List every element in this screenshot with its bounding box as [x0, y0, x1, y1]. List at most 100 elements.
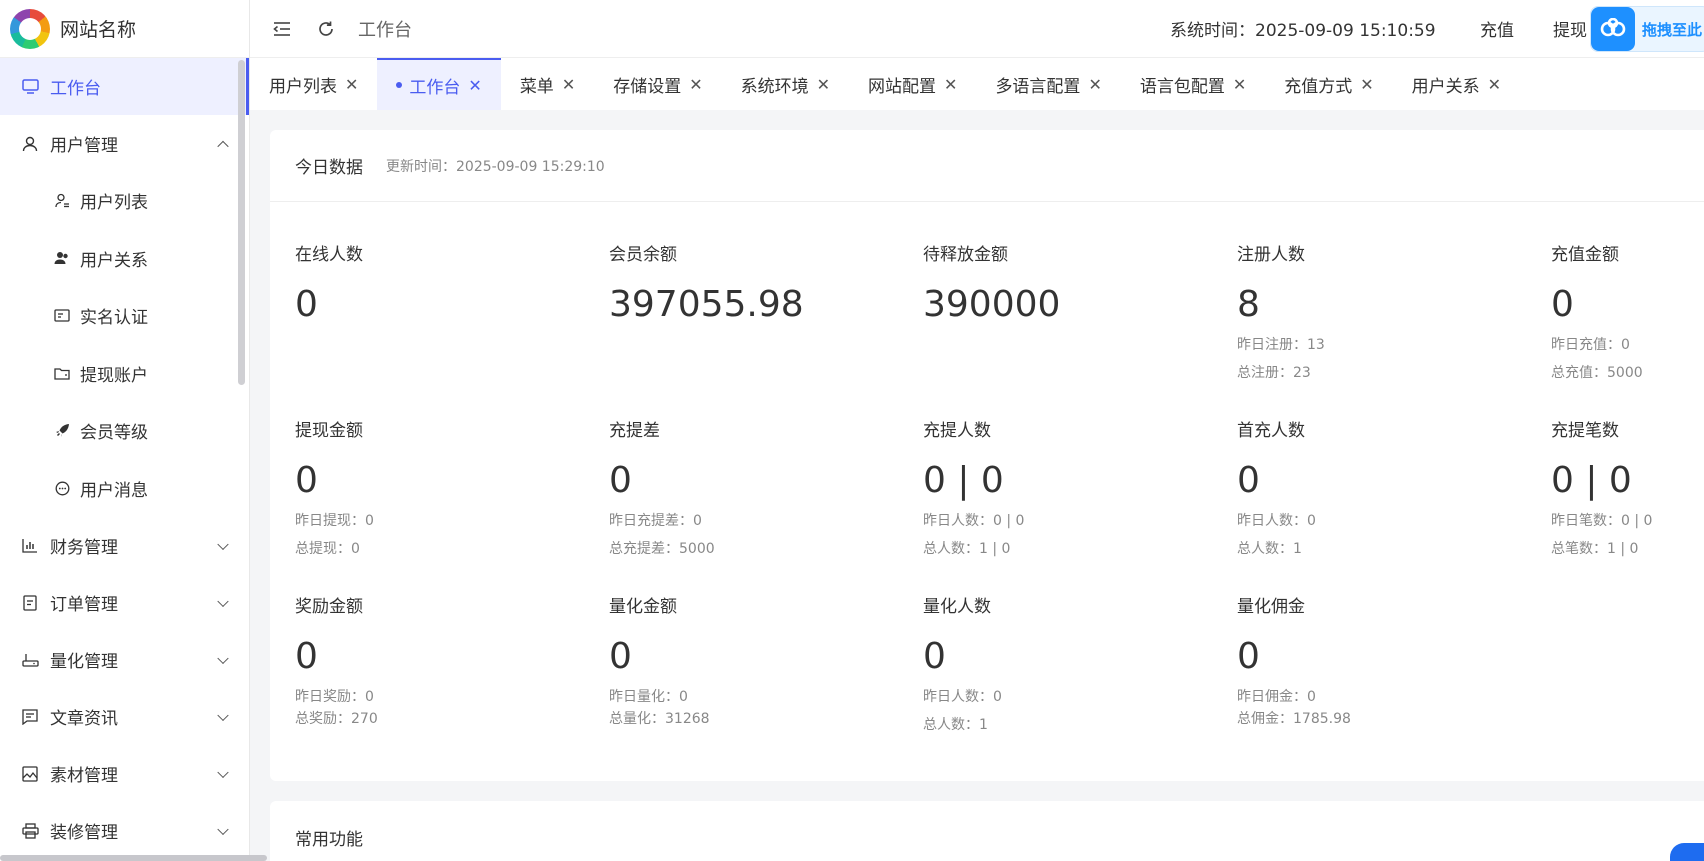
close-icon[interactable]: ✕ [817, 75, 830, 94]
chevron-down-icon [217, 709, 229, 721]
close-icon[interactable]: ✕ [944, 75, 957, 94]
stat-recharge-withdraw-count: 充提笔数 0 | 0 昨日笔数：0 | 0 总笔数：1 | 0 [1551, 416, 1704, 559]
sidebar-item-user-management[interactable]: 用户管理 [0, 115, 249, 172]
tab-label: 用户关系 [1411, 76, 1480, 97]
drag-upload-widget[interactable]: 拖拽至此 [1590, 6, 1704, 52]
close-icon[interactable]: ✕ [562, 75, 575, 94]
sidebar-subitem-member-level[interactable]: 会员等级 [0, 402, 249, 460]
card-title: 今日数据 [295, 158, 363, 178]
tab-label: 语言包配置 [1139, 76, 1225, 97]
menu-fold-icon[interactable] [272, 19, 292, 39]
sidebar-subitem-real-name[interactable]: 实名认证 [0, 287, 249, 345]
sidebar-item-orders[interactable]: 订单管理 [0, 574, 249, 631]
id-card-icon [54, 308, 70, 324]
tab-label: 工作台 [409, 77, 461, 98]
wallet-icon [54, 365, 70, 381]
tab-menu[interactable]: 菜单 ✕ [501, 58, 594, 110]
stat-yesterday: 昨日人数：0 | 0 [923, 513, 1025, 529]
stat-total: 总充值：5000 [1551, 365, 1643, 381]
refresh-icon[interactable] [316, 19, 336, 39]
stat-yesterday: 昨日充提差：0 [609, 513, 702, 529]
stat-value: 0 [295, 460, 318, 501]
stat-value: 0 [1237, 460, 1260, 501]
tab-user-list[interactable]: 用户列表 ✕ [250, 58, 377, 110]
tab-site-config[interactable]: 网站配置 ✕ [849, 58, 976, 110]
card-title: 常用功能 [295, 830, 363, 850]
sidebar-subitem-withdraw-account[interactable]: 提现账户 [0, 345, 249, 403]
message-icon [54, 480, 70, 496]
sidebar-subitem-label: 用户消息 [80, 480, 148, 501]
stat-recharge-amount: 充值金额 0 昨日充值：0 总充值：5000 [1551, 240, 1704, 383]
sidebar-item-quant[interactable]: 量化管理 [0, 631, 249, 688]
withdraw-link[interactable]: 提现 [1553, 16, 1587, 41]
sidebar-item-label: 文章资讯 [50, 709, 118, 729]
stat-value: 0 [1237, 636, 1260, 677]
stat-total: 总佣金：1785.98 [1237, 711, 1351, 727]
chevron-down-icon [217, 823, 229, 835]
tab-label: 系统环境 [740, 76, 809, 97]
stat-reward-amount: 奖励金额 0 昨日奖励：0 总奖励：270 [295, 592, 595, 729]
floating-action-button[interactable] [1670, 843, 1704, 861]
stat-value: 8 [1237, 284, 1260, 325]
stat-yesterday: 昨日充值：0 [1551, 337, 1630, 353]
logo-icon [10, 8, 50, 49]
stat-label: 充值金额 [1551, 245, 1619, 265]
printer-icon [21, 822, 39, 840]
stat-registrations: 注册人数 8 昨日注册：13 总注册：23 [1237, 240, 1537, 383]
stat-yesterday: 昨日量化：0 [609, 689, 688, 705]
sidebar-item-label: 量化管理 [50, 652, 118, 672]
close-icon[interactable]: ✕ [1488, 75, 1501, 94]
stat-label: 会员余额 [609, 245, 677, 265]
tab-lang-pack[interactable]: 语言包配置 ✕ [1121, 58, 1265, 110]
close-icon[interactable]: ✕ [689, 75, 702, 94]
stat-quant-amount: 量化金额 0 昨日量化：0 总量化：31268 [609, 592, 909, 729]
close-icon[interactable]: ✕ [1088, 75, 1101, 94]
tab-system-env[interactable]: 系统环境 ✕ [722, 58, 849, 110]
sidebar-item-dashboard[interactable]: 工作台 [0, 58, 249, 115]
card-header: 今日数据 更新时间：2025-09-09 15:29:10 [270, 130, 1704, 202]
tab-i18n-config[interactable]: 多语言配置 ✕ [976, 58, 1120, 110]
stat-label: 提现金额 [295, 421, 363, 441]
sidebar-item-label: 财务管理 [50, 538, 118, 558]
tab-label: 多语言配置 [995, 76, 1081, 97]
chart-icon [21, 537, 39, 555]
close-icon[interactable]: ✕ [1360, 75, 1373, 94]
sidebar-menu: 工作台 用户管理 用户列表 用户关系 实名认证 提现账户 会员等级 用户消息 财… [0, 58, 249, 859]
sidebar-subitem-user-list[interactable]: 用户列表 [0, 172, 249, 230]
tab-dashboard[interactable]: 工作台 ✕ [377, 58, 501, 110]
stat-label: 量化佣金 [1237, 597, 1305, 617]
stat-value: 0 | 0 [923, 460, 1004, 501]
tab-recharge-methods[interactable]: 充值方式 ✕ [1265, 58, 1392, 110]
brand[interactable]: 网站名称 [0, 0, 249, 58]
stat-label: 奖励金额 [295, 597, 363, 617]
stat-value: 0 [609, 460, 632, 501]
horizontal-scrollbar[interactable] [0, 855, 267, 861]
sidebar-item-articles[interactable]: 文章资讯 [0, 688, 249, 745]
sidebar-subitem-user-message[interactable]: 用户消息 [0, 460, 249, 518]
close-icon[interactable]: ✕ [1233, 75, 1246, 94]
tab-user-relation[interactable]: 用户关系 ✕ [1393, 58, 1520, 110]
stat-yesterday: 昨日注册：13 [1237, 337, 1325, 353]
stat-first-recharge-users: 首充人数 0 昨日人数：0 总人数：1 [1237, 416, 1537, 559]
sidebar-item-materials[interactable]: 素材管理 [0, 745, 249, 802]
recharge-link[interactable]: 充值 [1480, 16, 1514, 41]
stat-yesterday: 昨日人数：0 [1237, 513, 1316, 529]
tab-storage-settings[interactable]: 存储设置 ✕ [594, 58, 721, 110]
sidebar-item-decoration[interactable]: 装修管理 [0, 802, 249, 859]
close-icon[interactable]: ✕ [468, 76, 481, 95]
sidebar-item-finance[interactable]: 财务管理 [0, 517, 249, 574]
stat-recharge-withdraw-diff: 充提差 0 昨日充提差：0 总充提差：5000 [609, 416, 909, 559]
stat-label: 首充人数 [1237, 421, 1305, 441]
stat-value: 0 [923, 636, 946, 677]
stat-total: 总人数：1 | 0 [923, 541, 1011, 557]
stat-value: 397055.98 [609, 284, 804, 325]
stat-value: 390000 [923, 284, 1061, 325]
user-list-icon [54, 193, 70, 209]
users-relation-icon [54, 250, 70, 266]
stat-yesterday: 昨日人数：0 [923, 689, 1002, 705]
close-icon[interactable]: ✕ [345, 75, 358, 94]
stat-total: 总人数：1 [923, 717, 988, 733]
sidebar-scrollbar[interactable] [238, 60, 245, 385]
stat-value: 0 [1551, 284, 1574, 325]
sidebar-subitem-user-relation[interactable]: 用户关系 [0, 230, 249, 288]
